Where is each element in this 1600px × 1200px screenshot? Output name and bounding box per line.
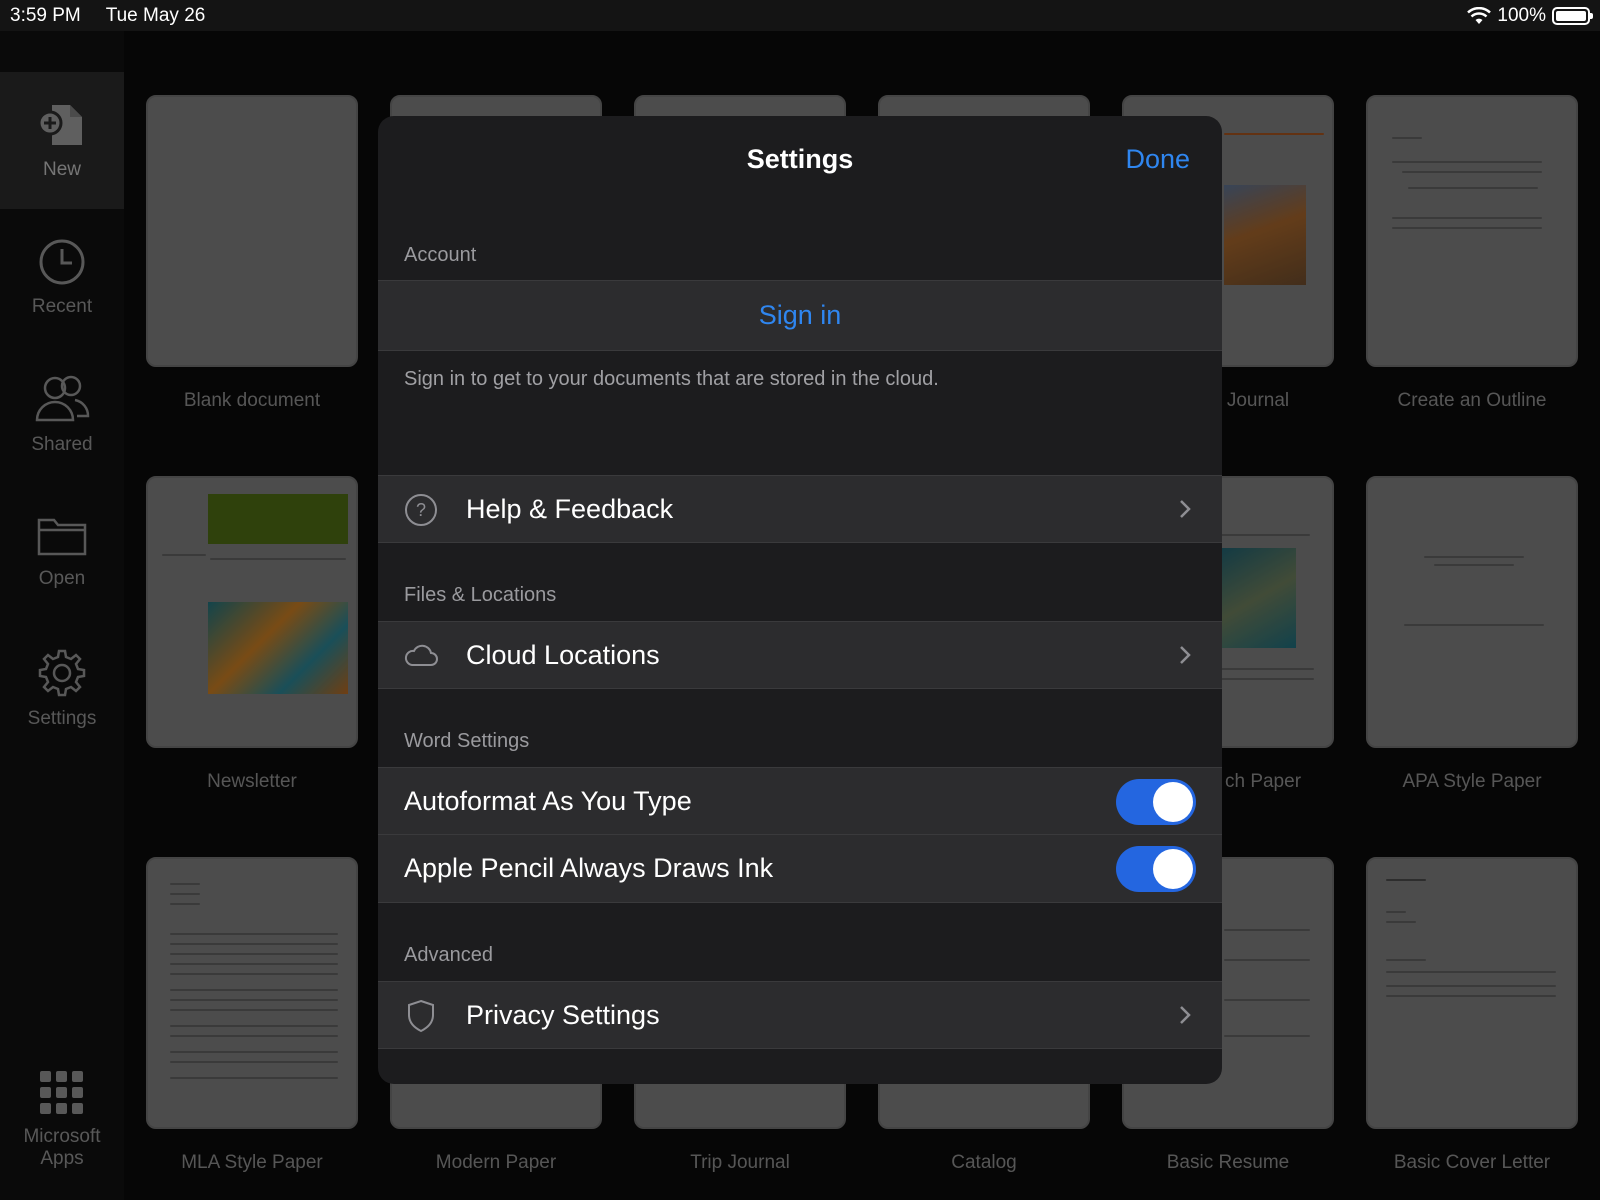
- status-date: Tue May 26: [105, 4, 206, 26]
- help-circle-icon: ?: [404, 493, 438, 527]
- apple-pencil-toggle[interactable]: [1116, 846, 1196, 892]
- done-button[interactable]: Done: [1125, 144, 1190, 175]
- shield-icon: [404, 999, 438, 1033]
- sign-in-button[interactable]: Sign in: [378, 280, 1222, 351]
- help-feedback-row[interactable]: ? Help & Feedback: [378, 475, 1222, 543]
- toggle-knob: [1153, 782, 1193, 822]
- modal-title: Settings: [746, 144, 854, 174]
- status-left: 3:59 PM Tue May 26: [10, 5, 225, 27]
- apple-pencil-label: Apple Pencil Always Draws Ink: [404, 853, 774, 883]
- status-time: 3:59 PM: [10, 4, 81, 26]
- chevron-right-icon: [1178, 1004, 1192, 1031]
- svg-text:?: ?: [416, 500, 426, 520]
- section-header-account: Account: [404, 244, 477, 266]
- privacy-settings-row[interactable]: Privacy Settings: [378, 981, 1222, 1049]
- cloud-locations-label: Cloud Locations: [466, 639, 660, 670]
- help-feedback-label: Help & Feedback: [466, 493, 674, 524]
- cloud-icon: [404, 639, 438, 673]
- section-header-word-settings: Word Settings: [404, 730, 530, 752]
- sign-in-description: Sign in to get to your documents that ar…: [404, 368, 939, 390]
- privacy-settings-label: Privacy Settings: [466, 999, 660, 1030]
- modal-header: Settings Done: [378, 116, 1222, 206]
- autoformat-row: Autoformat As You Type: [378, 767, 1222, 835]
- sign-in-label: Sign in: [758, 300, 842, 330]
- chevron-right-icon: [1178, 498, 1192, 525]
- cloud-locations-row[interactable]: Cloud Locations: [378, 621, 1222, 689]
- status-right: 100%: [1467, 4, 1593, 27]
- wifi-icon: [1467, 6, 1492, 24]
- status-bar: 3:59 PM Tue May 26 100%: [0, 0, 1600, 31]
- chevron-right-icon: [1178, 644, 1192, 671]
- autoformat-toggle[interactable]: [1116, 779, 1196, 825]
- app-root: 3:59 PM Tue May 26 100% New Recent Share…: [0, 0, 1600, 1200]
- battery-percent: 100%: [1497, 4, 1546, 26]
- autoformat-label: Autoformat As You Type: [404, 785, 692, 816]
- toggle-knob: [1153, 849, 1193, 889]
- settings-modal: Settings Done Account Sign in Sign in to…: [378, 116, 1222, 1084]
- apple-pencil-row: Apple Pencil Always Draws Ink: [378, 835, 1222, 903]
- battery-icon: [1552, 6, 1593, 25]
- section-header-advanced: Advanced: [404, 944, 493, 966]
- section-header-files-locations: Files & Locations: [404, 584, 557, 606]
